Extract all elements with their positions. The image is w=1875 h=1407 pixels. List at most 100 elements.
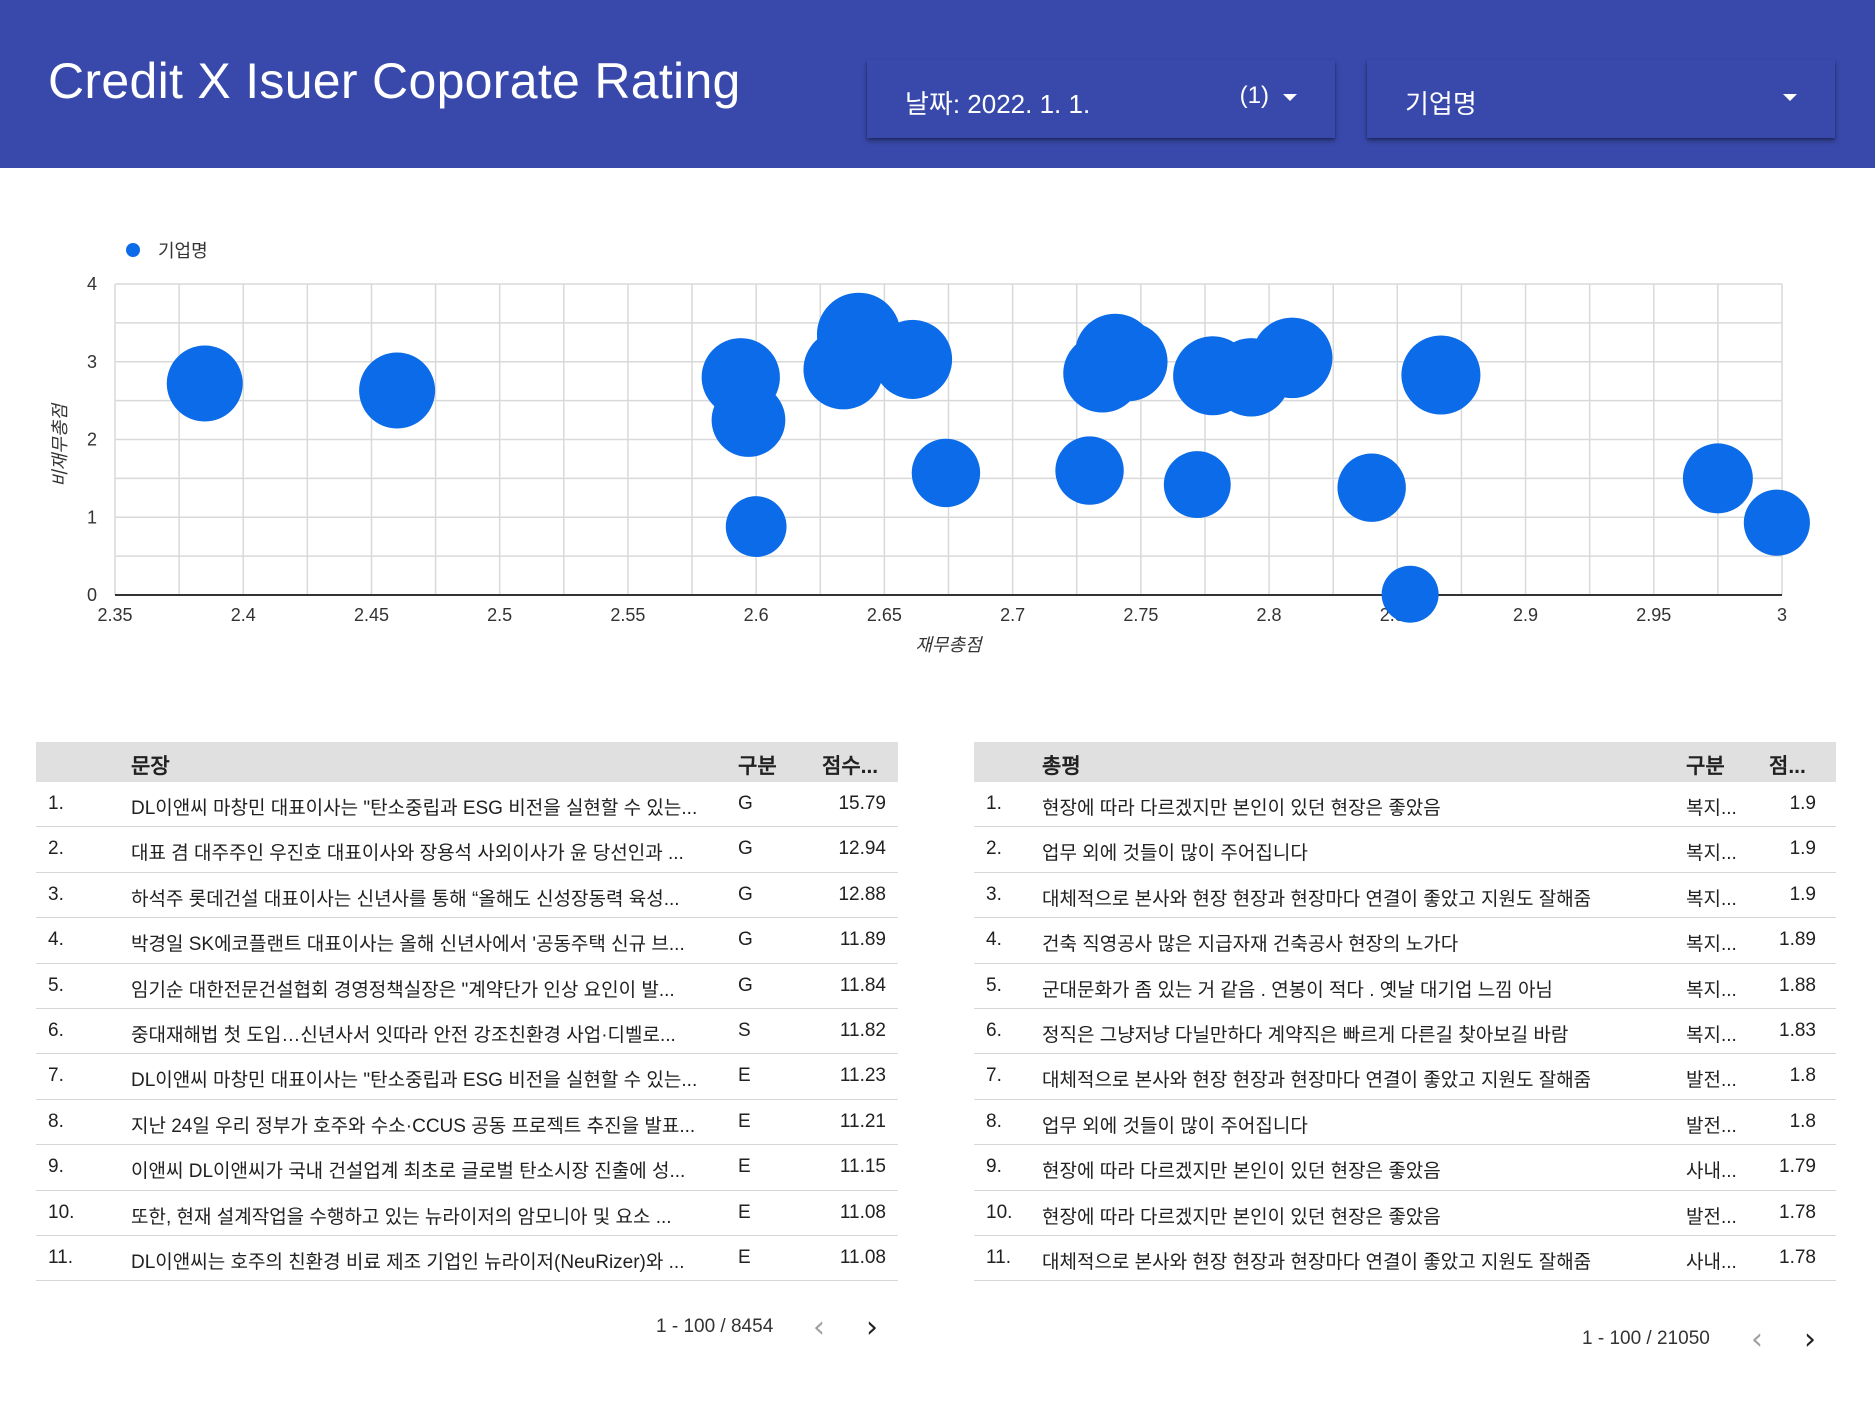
column-header-category[interactable]: 구분 [738, 750, 777, 780]
row-number: 10. [986, 1201, 1013, 1223]
row-category: 발전... [1686, 1115, 1737, 1137]
column-header-score[interactable]: 점... [1769, 750, 1806, 780]
x-tick-label: 2.7 [1000, 605, 1025, 625]
row-number: 11. [48, 1246, 74, 1268]
row-category: E [738, 1156, 751, 1178]
column-header-review[interactable]: 총평 [1042, 750, 1081, 780]
x-tick-label: 2.4 [231, 605, 256, 625]
table-row[interactable]: 7. DL이앤씨 마창민 대표이사는 "탄소중립과 ESG 비전을 실현할 수 있… [36, 1054, 898, 1100]
bubble-point [1163, 451, 1231, 519]
table-row[interactable]: 1. 현장에 따라 다르겠지만 본인이 있던 현장은 좋았음 복지... 1.9 [974, 782, 1836, 828]
table-row[interactable]: 9. 이앤씨 DL이앤씨가 국내 건설업계 최초로 글로벌 탄소시장 진출에 성.… [36, 1145, 898, 1191]
row-text: 지난 24일 우리 정부가 호주와 수소·CCUS 공동 프로젝트 추진을 발표… [131, 1115, 696, 1137]
table-header: 문장 구분 점수... [36, 742, 898, 782]
row-score: 1.78 [1779, 1246, 1816, 1268]
row-score: 1.88 [1779, 974, 1816, 996]
date-filter-dropdown[interactable]: 날짜: 2022. 1. 1. (1) [867, 60, 1335, 138]
row-category: 복지... [1686, 1024, 1737, 1046]
bubble-point [359, 352, 436, 429]
header-bar: Credit X Isuer Coporate Rating 날짜: 2022.… [0, 0, 1875, 168]
company-filter-dropdown[interactable]: 기업명 [1367, 60, 1835, 138]
bubble-point [711, 383, 786, 457]
y-axis-label: 비재무총점 [50, 402, 71, 487]
row-number: 10. [48, 1201, 75, 1223]
bubble-point [1088, 322, 1168, 402]
row-score: 12.88 [838, 883, 886, 905]
x-tick-label: 2.55 [610, 605, 645, 625]
table-header: 총평 구분 점... [974, 742, 1836, 782]
x-tick-label: 2.95 [1636, 605, 1671, 625]
row-text: 대체적으로 본사와 현장 현장과 현장마다 연결이 좋았고 지원도 잘해줌 [1042, 1251, 1592, 1273]
row-category: 발전... [1686, 1206, 1737, 1228]
row-text: DL이앤씨 마창민 대표이사는 "탄소중립과 ESG 비전을 실현할 수 있는.… [131, 1070, 698, 1092]
row-category: G [738, 883, 753, 905]
table-row[interactable]: 8. 업무 외에 것들이 많이 주어집니다 발전... 1.8 [974, 1100, 1836, 1146]
row-number: 9. [48, 1156, 64, 1178]
table-row[interactable]: 2. 업무 외에 것들이 많이 주어집니다 복지... 1.9 [974, 827, 1836, 873]
bubble-point [166, 345, 243, 422]
table-row[interactable]: 5. 임기순 대한전문건설협회 경영정책실장은 "계약단가 인상 요인이 발...… [36, 964, 898, 1009]
bubble-point [911, 438, 981, 508]
table-row[interactable]: 11. DL이앤씨는 호주의 친환경 비료 제조 기업인 뉴라이저(NeuRize… [36, 1236, 898, 1282]
x-tick-label: 2.65 [867, 605, 902, 625]
row-number: 2. [986, 838, 1002, 860]
table-row[interactable]: 10. 현장에 따라 다르겠지만 본인이 있던 현장은 좋았음 발전... 1.78 [974, 1191, 1836, 1236]
table-row[interactable]: 4. 건축 직영공사 많은 지급자재 건축공사 현장의 노가다 복지... 1.89 [974, 918, 1836, 964]
column-header-sentence[interactable]: 문장 [131, 750, 170, 780]
table-row[interactable]: 5. 군대문화가 좀 있는 거 같음 . 연봉이 적다 . 옛날 대기업 느낌 아… [974, 964, 1836, 1009]
x-tick-label: 2.45 [354, 605, 389, 625]
row-score: 1.8 [1789, 1110, 1816, 1132]
bubble-point [1743, 489, 1810, 556]
row-number: 5. [986, 974, 1002, 996]
table-row[interactable]: 2. 대표 겸 대주주인 우진호 대표이사와 장용석 사외이사가 윤 당선인과 .… [36, 827, 898, 873]
table-row[interactable]: 10. 또한, 현재 설계작업을 수행하고 있는 뉴라이저의 암모니아 및 요소 … [36, 1191, 898, 1236]
table-row[interactable]: 12.업무 외에 것들이 많이 주어집니다사내...1.78 [974, 1281, 1836, 1292]
row-score: 11.21 [839, 1110, 886, 1132]
row-number: 11. [986, 1246, 1012, 1268]
table-row[interactable]: 3. 하석주 롯데건설 대표이사는 신년사를 통해 “올해도 신성장동력 육성..… [36, 873, 898, 919]
row-text: 중대재해법 첫 도입…신년사서 잇따라 안전 강조친환경 사업·디벨로... [131, 1024, 676, 1046]
chevron-left-icon[interactable]: ‹ [804, 1313, 834, 1343]
table-row[interactable]: 9. 현장에 따라 다르겠지만 본인이 있던 현장은 좋았음 사내... 1.79 [974, 1145, 1836, 1191]
page-title: Credit X Isuer Coporate Rating [48, 53, 741, 109]
pagination-label: 1 - 100 / 8454 [656, 1316, 774, 1337]
review-table: 총평 구분 점... 1. 현장에 따라 다르겠지만 본인이 있던 현장은 좋았음… [974, 742, 1836, 1355]
bubble-point [725, 496, 787, 557]
table-row[interactable]: 12.이 프로젝트는 5MW 용량의 소형 발전소에서 발생하는 연간 5만톤의… [36, 1281, 898, 1292]
bubble-chart: 기업명 2.35 2.4 2.45 2.5 2.55 2.6 2.65 2.7 2.75 2.8 2… [0, 200, 1875, 680]
row-score: 1.9 [1789, 838, 1816, 860]
chevron-right-icon[interactable]: › [1795, 1325, 1825, 1355]
table-row[interactable]: 6. 중대재해법 첫 도입…신년사서 잇따라 안전 강조친환경 사업·디벨로...… [36, 1009, 898, 1055]
bubble-point [1381, 565, 1439, 623]
bubble-point [1055, 436, 1124, 505]
table-body: 1. DL이앤씨 마창민 대표이사는 "탄소중립과 ESG 비전을 실현할 수 있… [36, 782, 898, 1292]
column-header-category[interactable]: 구분 [1686, 750, 1725, 780]
table-row[interactable]: 4. 박경일 SK에코플랜트 대표이사는 올해 신년사에서 '공동주택 신규 브.… [36, 918, 898, 964]
row-category: E [738, 1110, 751, 1132]
chevron-right-icon[interactable]: › [857, 1313, 887, 1343]
row-score: 11.15 [839, 1156, 886, 1178]
bubble-point [1682, 443, 1753, 514]
row-category: E [738, 1201, 751, 1223]
row-text: 건축 직영공사 많은 지급자재 건축공사 현장의 노가다 [1042, 934, 1459, 956]
table-row[interactable]: 8. 지난 24일 우리 정부가 호주와 수소·CCUS 공동 프로젝트 추진을 … [36, 1100, 898, 1146]
chevron-left-icon[interactable]: ‹ [1742, 1325, 1772, 1355]
column-header-score[interactable]: 점수... [822, 750, 878, 780]
y-tick-label: 1 [87, 507, 97, 527]
row-category: G [738, 793, 753, 814]
row-text: 정직은 그냥저냥 다닐만하다 계약직은 빠르게 다른길 찾아보길 바람 [1042, 1024, 1569, 1046]
table-row[interactable]: 6. 정직은 그냥저냥 다닐만하다 계약직은 빠르게 다른길 찾아보길 바람 복지.… [974, 1009, 1836, 1055]
table-row[interactable]: 11. 대체적으로 본사와 현장 현장과 현장마다 연결이 좋았고 지원도 잘해줌… [974, 1236, 1836, 1282]
row-text: DL이앤씨는 호주의 친환경 비료 제조 기업인 뉴라이저(NeuRizer)와… [131, 1251, 685, 1273]
row-category: 복지... [1686, 979, 1737, 1001]
table-row[interactable]: 3. 대체적으로 본사와 현장 현장과 현장마다 연결이 좋았고 지원도 잘해줌 복… [974, 873, 1836, 919]
row-score: 1.83 [1779, 1019, 1816, 1041]
row-score: 15.79 [838, 793, 886, 814]
bubble-point [873, 319, 953, 399]
x-tick-label: 3 [1777, 605, 1787, 625]
date-filter-count: (1) [1239, 82, 1269, 109]
row-number: 3. [48, 883, 64, 905]
table-row[interactable]: 7. 대체적으로 본사와 현장 현장과 현장마다 연결이 좋았고 지원도 잘해줌 발… [974, 1054, 1836, 1100]
y-tick-label: 2 [87, 430, 97, 450]
table-row[interactable]: 1. DL이앤씨 마창민 대표이사는 "탄소중립과 ESG 비전을 실현할 수 있… [36, 782, 898, 828]
